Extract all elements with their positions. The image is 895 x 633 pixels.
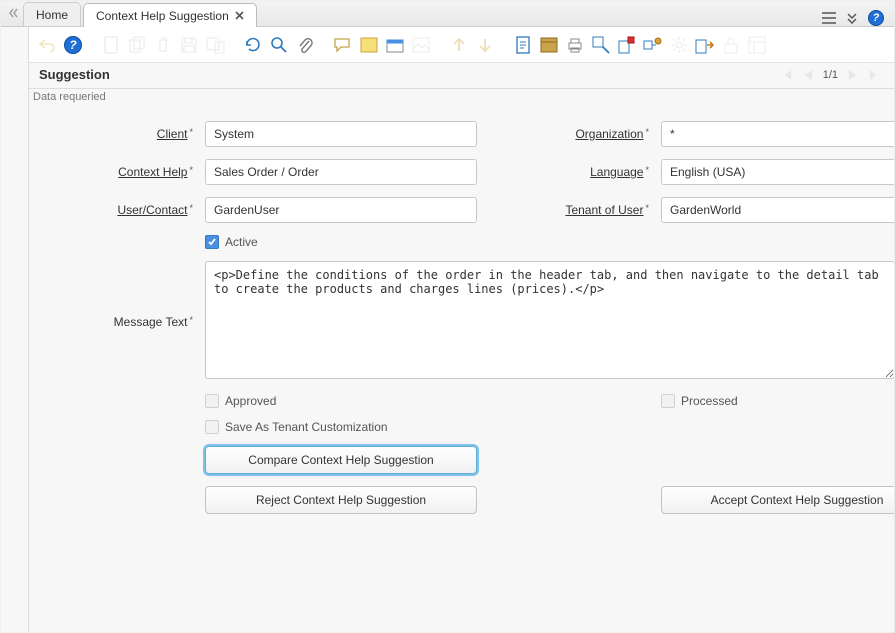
tab-home[interactable]: Home	[23, 2, 81, 26]
refresh-icon[interactable]	[243, 35, 263, 55]
archive-icon[interactable]	[539, 35, 559, 55]
label-approved: Approved	[225, 394, 276, 408]
label-active: Active	[225, 235, 258, 249]
save-new-icon[interactable]	[205, 35, 225, 55]
label-client: Client*	[33, 127, 193, 141]
tab-context-help-suggestion[interactable]: Context Help Suggestion	[83, 3, 257, 27]
undo-icon[interactable]	[37, 35, 57, 55]
pager-first-icon[interactable]	[781, 69, 793, 81]
process-icon[interactable]	[617, 35, 637, 55]
chat-icon[interactable]	[333, 35, 353, 55]
approved-checkbox[interactable]	[205, 394, 219, 408]
copy-icon[interactable]	[127, 35, 147, 55]
message-text-field[interactable]	[205, 261, 894, 379]
expand-left-icon[interactable]	[5, 0, 23, 26]
arrow-up-icon[interactable]	[449, 35, 469, 55]
label-tenant-of-user: Tenant of User*	[489, 203, 649, 217]
tenant-of-user-field[interactable]	[661, 197, 894, 223]
language-field[interactable]	[661, 159, 894, 185]
record-pager: 1/1	[781, 69, 884, 81]
label-language: Language*	[489, 165, 649, 179]
image-icon[interactable]	[411, 35, 431, 55]
pager-last-icon[interactable]	[868, 69, 880, 81]
active-checkbox[interactable]	[205, 235, 219, 249]
pager-prev-icon[interactable]	[803, 69, 813, 81]
context-help-field[interactable]	[205, 159, 477, 185]
info-icon[interactable]: ?	[63, 35, 83, 55]
label-user-contact: User/Contact*	[33, 203, 193, 217]
report-icon[interactable]	[513, 35, 533, 55]
search-icon[interactable]	[269, 35, 289, 55]
save-icon[interactable]	[179, 35, 199, 55]
label-organization: Organization*	[489, 127, 649, 141]
lock-icon[interactable]	[721, 35, 741, 55]
zoom-icon[interactable]	[591, 35, 611, 55]
client-field[interactable]	[205, 121, 477, 147]
gear-icon[interactable]	[669, 35, 689, 55]
calendar-icon[interactable]	[385, 35, 405, 55]
close-icon[interactable]	[235, 11, 244, 20]
arrow-down-icon[interactable]	[475, 35, 495, 55]
note-icon[interactable]	[359, 35, 379, 55]
accept-button[interactable]: Accept Context Help Suggestion	[661, 486, 894, 514]
export-icon[interactable]	[695, 35, 715, 55]
processed-checkbox[interactable]	[661, 394, 675, 408]
help-icon[interactable]: ?	[868, 10, 884, 26]
user-contact-field[interactable]	[205, 197, 477, 223]
delete-icon[interactable]	[153, 35, 173, 55]
tab-bar: Home Context Help Suggestion	[23, 0, 259, 26]
pager-label: 1/1	[823, 69, 838, 81]
organization-field[interactable]	[661, 121, 894, 147]
chevron-down-double-icon[interactable]	[846, 12, 858, 24]
new-icon[interactable]	[101, 35, 121, 55]
left-rail	[1, 27, 29, 632]
form-layout-icon[interactable]	[747, 35, 767, 55]
label-save-customization: Save As Tenant Customization	[225, 420, 388, 434]
save-customization-checkbox[interactable]	[205, 420, 219, 434]
workflow-icon[interactable]	[643, 35, 663, 55]
reject-button[interactable]: Reject Context Help Suggestion	[205, 486, 477, 514]
label-message-text: Message Text*	[33, 315, 193, 329]
pager-next-icon[interactable]	[848, 69, 858, 81]
menu-icon[interactable]	[822, 12, 836, 24]
label-processed: Processed	[681, 394, 738, 408]
toolbar: ?	[29, 27, 894, 63]
status-text: Data requeried	[29, 89, 894, 107]
label-context-help: Context Help*	[33, 165, 193, 179]
attachment-icon[interactable]	[295, 35, 315, 55]
compare-button[interactable]: Compare Context Help Suggestion	[205, 446, 477, 474]
print-icon[interactable]	[565, 35, 585, 55]
page-title: Suggestion	[39, 67, 110, 82]
tab-active-label: Context Help Suggestion	[96, 9, 229, 23]
tab-home-label: Home	[36, 8, 68, 22]
